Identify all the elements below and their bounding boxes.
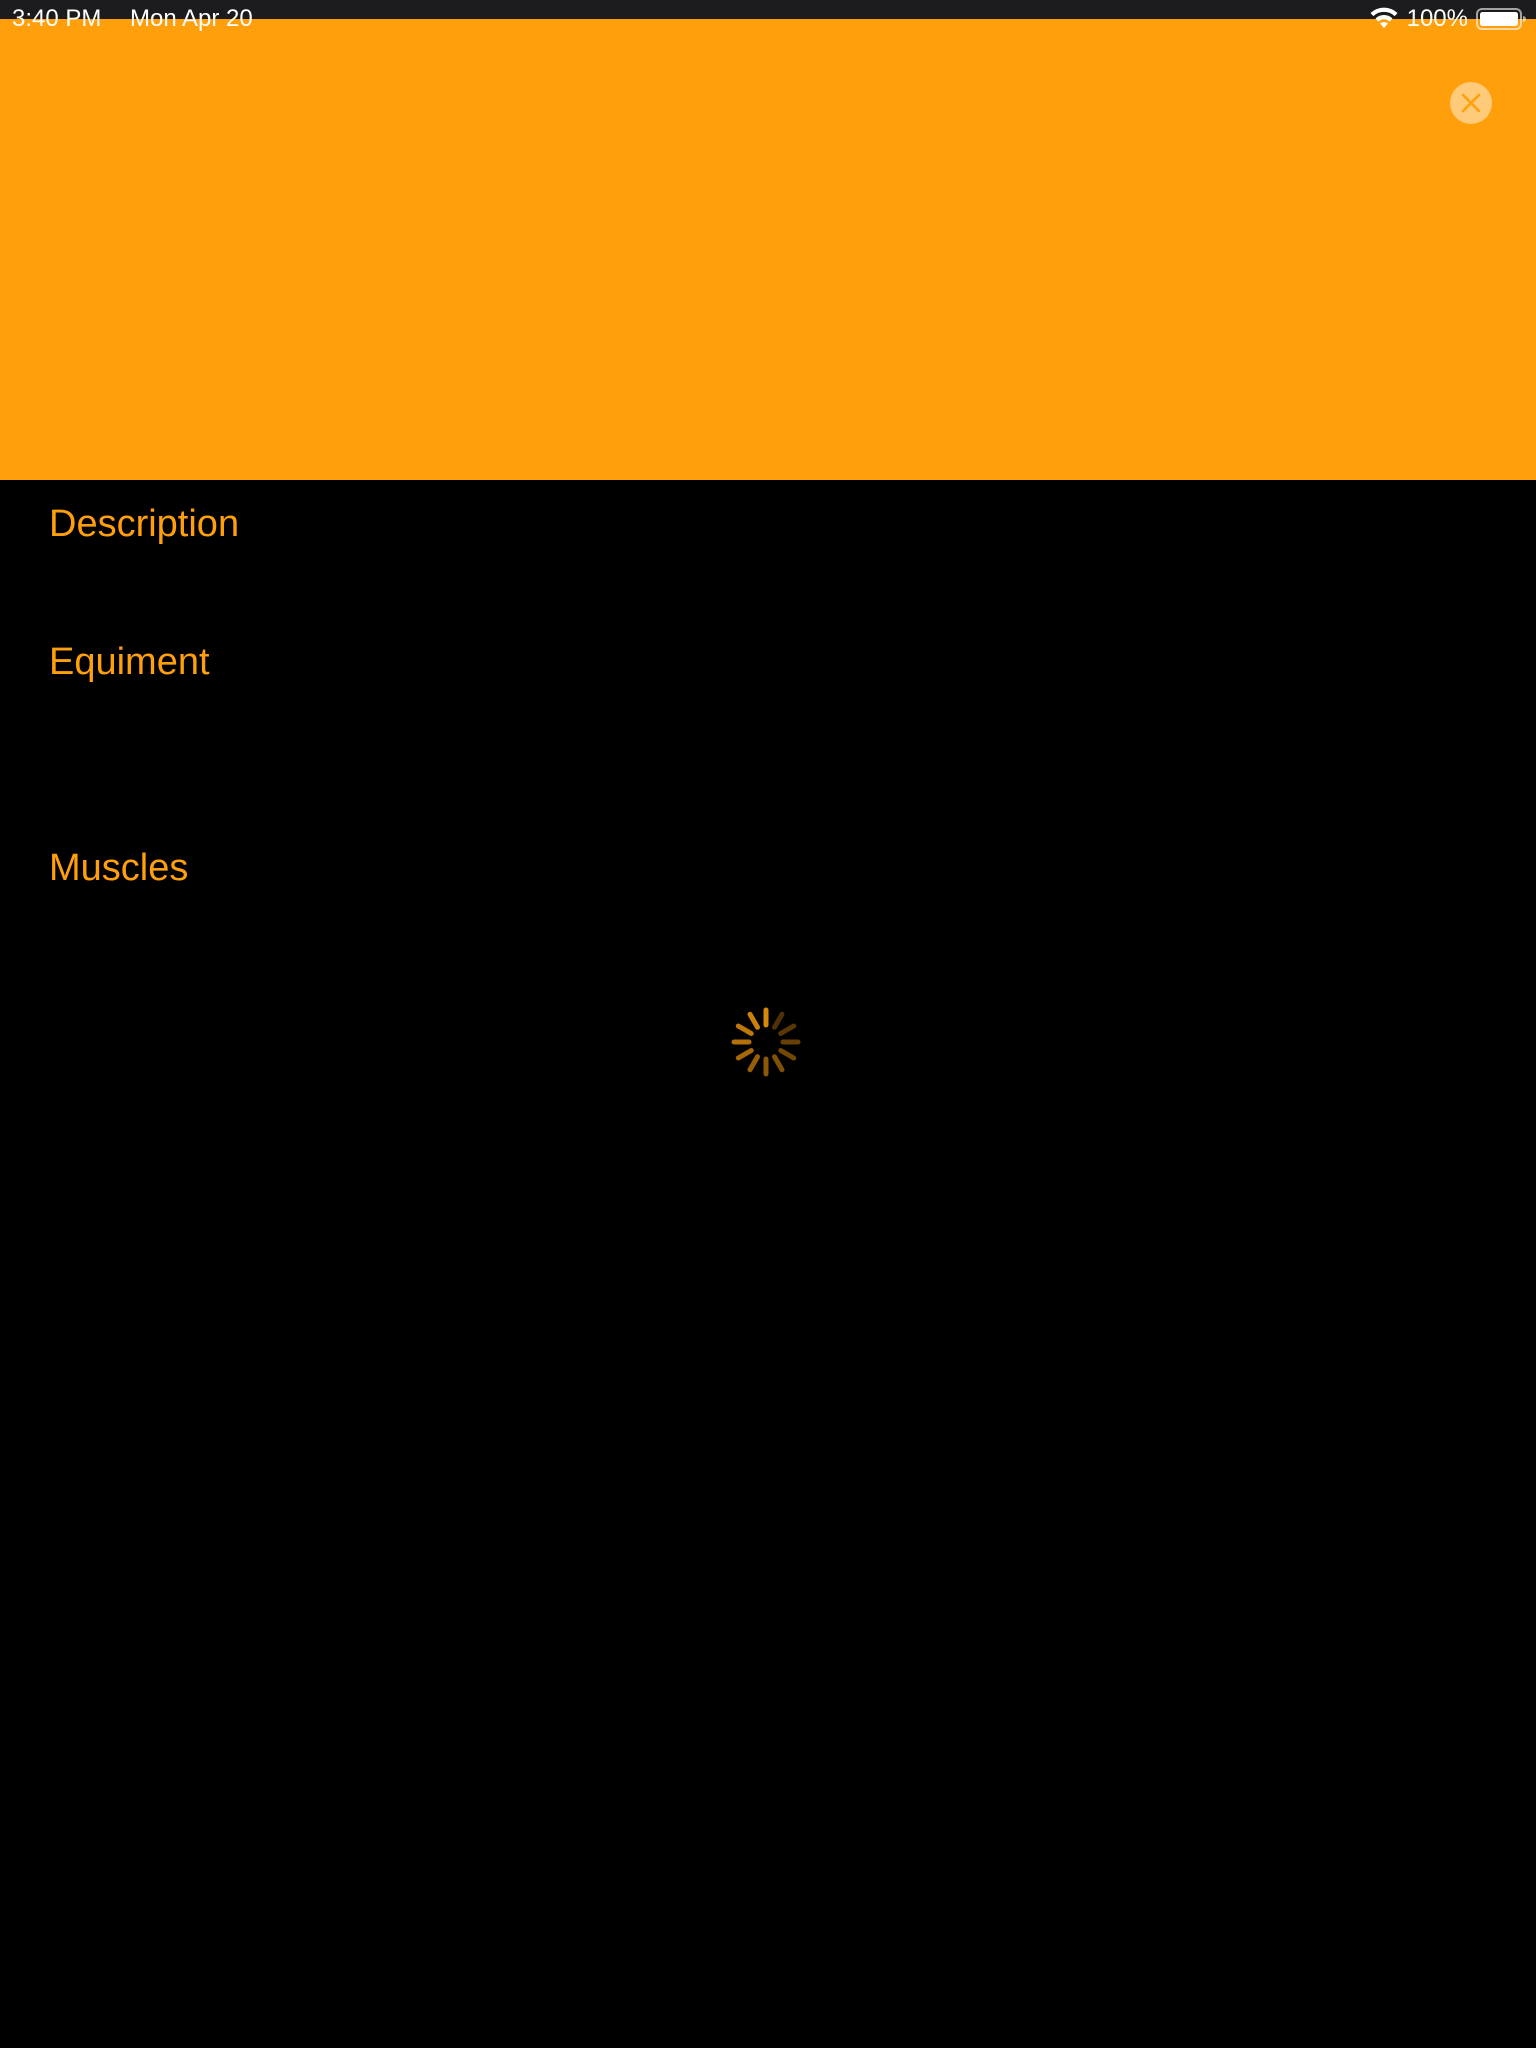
status-date: Mon Apr 20 <box>130 5 253 32</box>
status-indicators: 100% <box>1369 4 1526 34</box>
battery-icon <box>1476 7 1526 31</box>
exercise-detail-screen: 3:40 PM Mon Apr 20 100% Description Equi… <box>0 0 1536 2048</box>
equipment-heading: Equiment <box>49 641 210 683</box>
close-icon <box>1460 92 1482 114</box>
exercise-header-banner <box>0 19 1536 480</box>
spinner-spoke <box>735 1048 754 1061</box>
spinner-spoke <box>772 1011 785 1030</box>
spinner-spoke <box>747 1011 760 1030</box>
description-heading: Description <box>49 503 240 545</box>
spinner-spoke <box>747 1054 760 1073</box>
muscles-heading: Muscles <box>49 847 189 889</box>
status-time: 3:40 PM <box>12 5 102 32</box>
battery-percentage: 100% <box>1406 5 1468 32</box>
spinner-spoke <box>772 1054 785 1073</box>
spinner-spoke <box>735 1023 754 1036</box>
activity-spinner-icon <box>730 1006 802 1078</box>
wifi-icon <box>1369 7 1399 31</box>
spinner-spoke <box>778 1023 797 1036</box>
close-button[interactable] <box>1450 82 1492 124</box>
spinner-spoke <box>778 1048 797 1061</box>
